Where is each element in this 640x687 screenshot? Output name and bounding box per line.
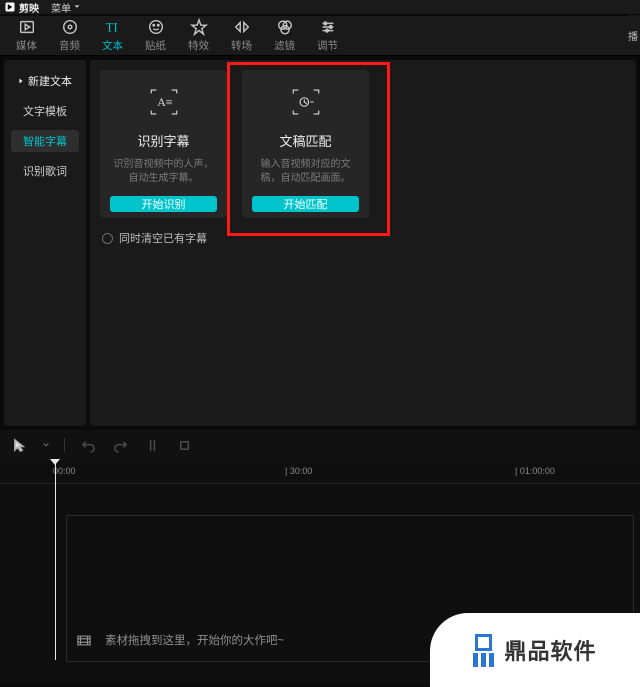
tab-label: 媒体 <box>16 38 37 53</box>
media-icon <box>18 18 36 36</box>
ruler[interactable]: 00:00 | 30:00 | 01:00:00 <box>0 460 640 484</box>
tab-adjust[interactable]: 调节 <box>317 18 338 53</box>
caret-right-icon <box>17 77 25 85</box>
split-button[interactable] <box>143 436 161 454</box>
tab-label: 调节 <box>317 38 338 53</box>
tab-media[interactable]: 媒体 <box>16 18 37 53</box>
hint-text: 素材拖拽到这里，开始你的大作吧~ <box>105 632 284 648</box>
sidebar-item-label: 新建文本 <box>28 73 72 89</box>
tab-audio[interactable]: 音频 <box>59 18 80 53</box>
menu-label: 菜单 <box>51 0 71 15</box>
tab-sticker[interactable]: 贴纸 <box>145 18 166 53</box>
clip-icon <box>77 635 91 646</box>
checkbox-icon[interactable] <box>102 233 113 244</box>
app-logo: 剪映 <box>4 0 39 15</box>
logo-icon <box>4 1 16 13</box>
start-match-button[interactable]: 开始匹配 <box>252 196 359 212</box>
tab-label: 文本 <box>102 38 123 53</box>
chevron-down-icon[interactable] <box>42 441 50 449</box>
main-panel: A≡ 识别字幕 识别音视频中的人声，自动生成字幕。 开始识别 文稿匹配 输入音视… <box>90 60 636 426</box>
titlebar: 剪映 菜单 <box>0 0 640 14</box>
tab-label: 贴纸 <box>145 38 166 53</box>
card-title: 文稿匹配 <box>279 131 331 150</box>
tab-text[interactable]: TI 文本 <box>102 18 123 53</box>
sidebar-item-new-text[interactable]: 新建文本 <box>11 70 79 92</box>
card-desc: 输入音视频对应的文稿，自动匹配画面。 <box>252 158 359 186</box>
card-desc: 识别音视频中的人声，自动生成字幕。 <box>110 158 217 186</box>
cards-row: A≡ 识别字幕 识别音视频中的人声，自动生成字幕。 开始识别 文稿匹配 输入音视… <box>100 70 626 218</box>
sidebar-item-recognize-lyrics[interactable]: 识别歌词 <box>11 160 79 182</box>
script-match-icon <box>289 87 323 117</box>
undo-button[interactable] <box>79 436 97 454</box>
redo-button[interactable] <box>111 436 129 454</box>
tab-label: 特效 <box>188 38 209 53</box>
menu-dropdown[interactable]: 菜单 <box>51 0 81 15</box>
tab-transition[interactable]: 转场 <box>231 18 252 53</box>
watermark: 鼎品软件 <box>430 613 640 687</box>
tab-filter[interactable]: 滤镜 <box>274 18 295 53</box>
sidebar-item-label: 智能字幕 <box>23 133 67 149</box>
watermark-text: 鼎品软件 <box>504 634 596 666</box>
primary-tabs: 媒体 音频 TI 文本 贴纸 特效 转场 滤镜 调节 <box>0 16 640 56</box>
chevron-down-icon <box>73 3 81 11</box>
text-icon: TI <box>104 18 122 36</box>
content-row: 新建文本 文字模板 智能字幕 识别歌词 A≡ 识别字幕 识别音视频中的人声，自动… <box>0 56 640 426</box>
tab-label: 转场 <box>231 38 252 53</box>
sidebar-item-label: 文字模板 <box>23 103 67 119</box>
recognize-subtitle-icon: A≡ <box>147 87 181 117</box>
checkbox-label: 同时清空已有字幕 <box>119 230 207 246</box>
card-title: 识别字幕 <box>137 131 189 150</box>
timeline-toolbar <box>0 430 640 460</box>
effect-icon <box>190 18 208 36</box>
transition-icon <box>233 18 251 36</box>
playhead[interactable] <box>55 460 56 660</box>
tick-label: 00:00 <box>53 466 76 476</box>
card-script-match: 文稿匹配 输入音视频对应的文稿，自动匹配画面。 开始匹配 <box>242 70 369 218</box>
drop-hint: 素材拖拽到这里，开始你的大作吧~ <box>77 632 284 648</box>
sticker-icon <box>147 18 165 36</box>
tab-effect[interactable]: 特效 <box>188 18 209 53</box>
text-sidebar: 新建文本 文字模板 智能字幕 识别歌词 <box>4 60 86 426</box>
delete-button[interactable] <box>175 436 193 454</box>
right-panel-stub: 播 <box>628 15 640 55</box>
audio-icon <box>61 18 79 36</box>
adjust-icon <box>319 18 337 36</box>
sidebar-item-smart-subtitle[interactable]: 智能字幕 <box>11 130 79 152</box>
tab-label: 滤镜 <box>274 38 295 53</box>
filter-icon <box>276 18 294 36</box>
tick-label: | 01:00:00 <box>515 466 555 476</box>
tick-label: | 30:00 <box>285 466 312 476</box>
divider <box>64 438 65 452</box>
clear-subtitles-option[interactable]: 同时清空已有字幕 <box>100 230 626 246</box>
sidebar-item-template[interactable]: 文字模板 <box>11 100 79 122</box>
tab-label: 音频 <box>59 38 80 53</box>
start-recognize-button[interactable]: 开始识别 <box>110 196 217 212</box>
watermark-logo-icon <box>473 634 494 667</box>
pointer-tool[interactable] <box>10 436 28 454</box>
svg-text:A≡: A≡ <box>157 95 173 109</box>
card-recognize-subtitle: A≡ 识别字幕 识别音视频中的人声，自动生成字幕。 开始识别 <box>100 70 227 218</box>
svg-text:TI: TI <box>105 21 117 35</box>
app-name: 剪映 <box>19 0 39 15</box>
sidebar-item-label: 识别歌词 <box>23 163 67 179</box>
